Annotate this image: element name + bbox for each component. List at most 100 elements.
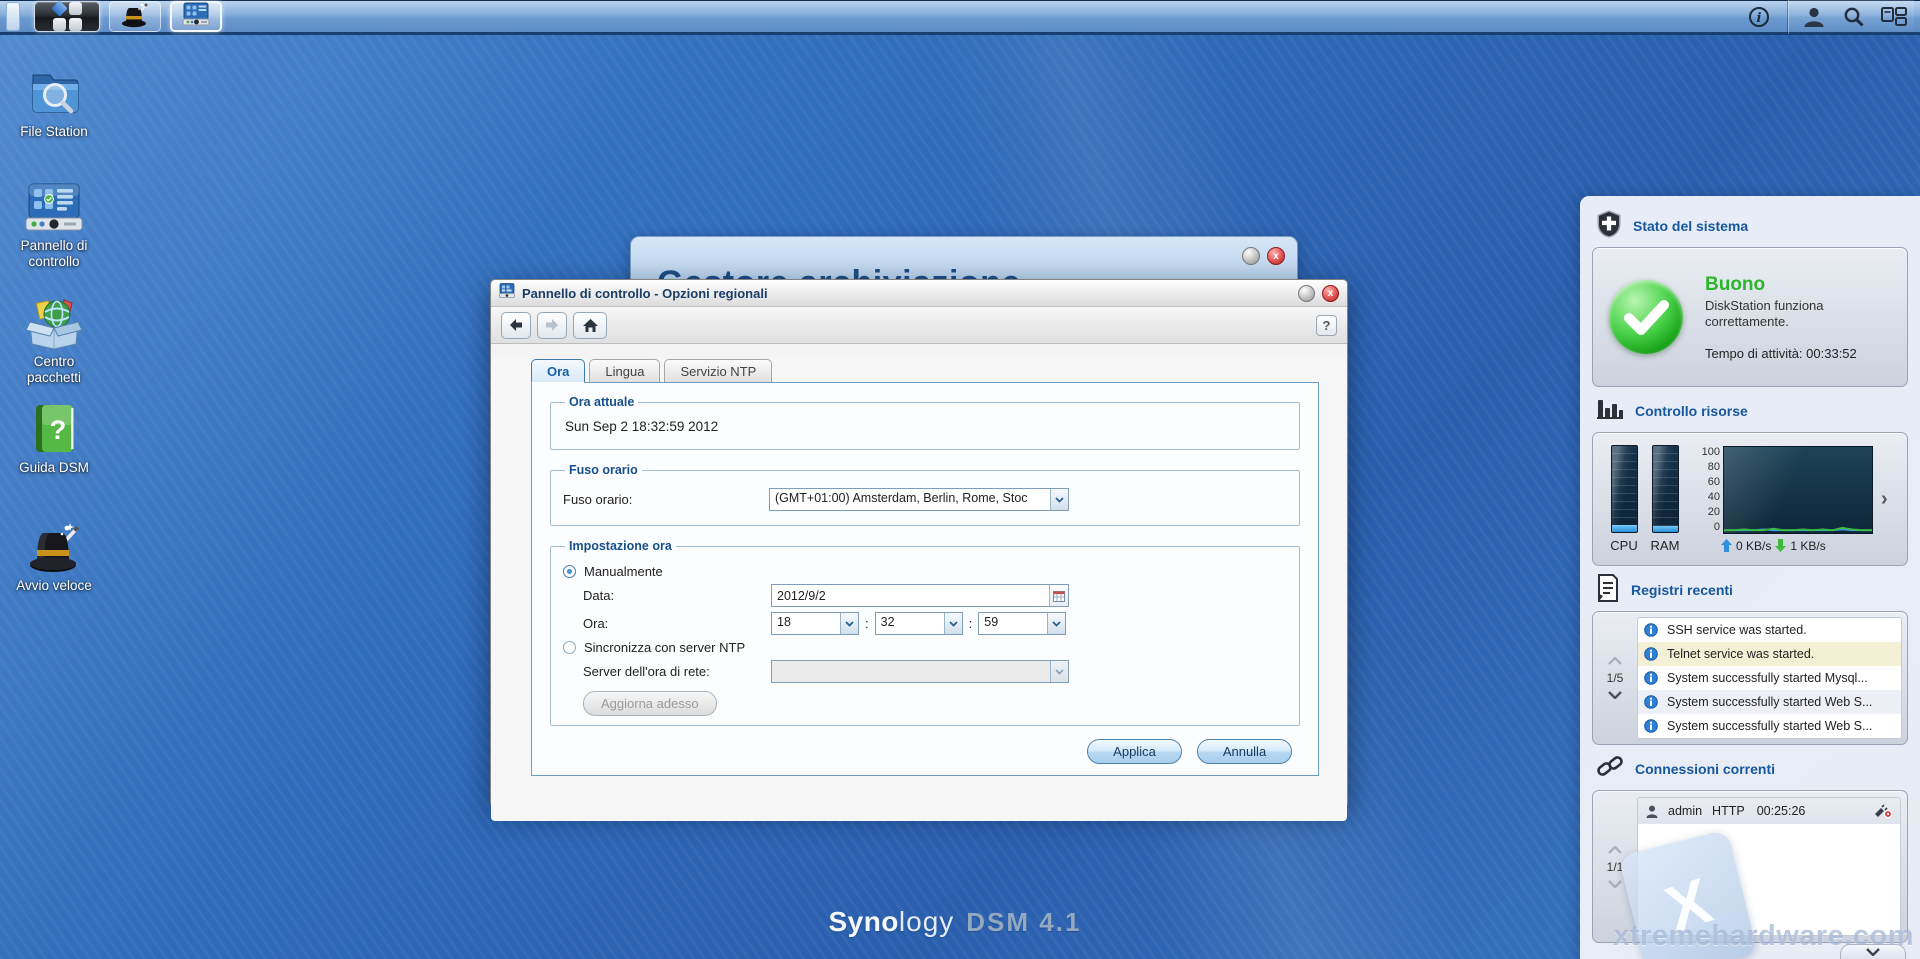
dialog-title: Pannello di controllo - Opzioni regional… <box>522 286 768 301</box>
magic-hat-icon <box>6 520 102 574</box>
document-icon <box>1596 574 1620 607</box>
search-button[interactable] <box>1834 0 1874 34</box>
network-chart-block: 100806040200 0 KB/s 1 KB/s <box>1695 446 1873 553</box>
bar-chart-icon <box>1596 396 1624 427</box>
chart-y-axis: 100806040200 <box>1695 446 1723 534</box>
panel-collapse-tab[interactable] <box>1840 944 1906 959</box>
chain-link-icon <box>1596 753 1624 786</box>
user-button[interactable] <box>1794 0 1834 34</box>
connection-time: 00:25:26 <box>1757 804 1806 818</box>
desktop-icon-label: Guida DSM <box>6 460 102 476</box>
close-button[interactable]: x <box>1322 285 1339 302</box>
connection-row[interactable]: admin HTTP 00:25:26 <box>1638 798 1900 824</box>
second-select[interactable]: 59 <box>978 612 1066 635</box>
log-row[interactable]: Telnet service was started. <box>1638 642 1901 666</box>
log-row[interactable]: SSH service was started. <box>1638 618 1901 642</box>
apply-button[interactable]: Applica <box>1087 739 1182 764</box>
cancel-button[interactable]: Annulla <box>1197 739 1292 764</box>
magic-hat-icon <box>120 1 150 33</box>
taskbar-item-quick-start[interactable] <box>109 1 161 32</box>
close-button[interactable]: x <box>1267 247 1285 265</box>
desktop-icon-control-panel[interactable]: Pannello di controllo <box>6 182 102 270</box>
cpu-gauge: CPU <box>1607 445 1641 553</box>
pilot-view-button[interactable] <box>1874 0 1914 34</box>
chevron-down-icon[interactable] <box>1047 613 1065 634</box>
fieldset-legend: Ora attuale <box>565 395 638 409</box>
timezone-select[interactable]: (GMT+01:00) Amsterdam, Berlin, Rome, Sto… <box>769 488 1069 511</box>
dialog-regional-options: Pannello di controllo - Opzioni regional… <box>490 279 1348 807</box>
tab-servizio-ntp[interactable]: Servizio NTP <box>664 359 772 382</box>
chevron-down-icon[interactable] <box>944 613 962 634</box>
minimize-button[interactable] <box>1242 247 1260 265</box>
status-value: Buono <box>1705 274 1875 296</box>
help-button[interactable]: ? <box>1316 315 1337 336</box>
synology-logo-bold: Syno <box>828 906 898 937</box>
widget-title: Stato del sistema <box>1633 218 1748 234</box>
status-ok-icon <box>1609 280 1683 354</box>
minute-value: 32 <box>876 613 944 634</box>
page-down-chevron[interactable] <box>1608 691 1622 699</box>
ram-label: RAM <box>1648 538 1682 553</box>
upload-value: 0 KB/s <box>1736 539 1771 553</box>
expand-resources-chevron[interactable]: › <box>1881 488 1888 511</box>
minute-select[interactable]: 32 <box>875 612 963 635</box>
disconnect-icon[interactable] <box>1873 804 1892 818</box>
minimize-button[interactable] <box>1298 285 1315 302</box>
network-chart <box>1723 446 1873 534</box>
svg-text:?: ? <box>50 415 67 445</box>
log-row[interactable]: System successfully started Web S... <box>1638 690 1901 714</box>
desktop-icon-file-station[interactable]: File Station <box>6 62 102 140</box>
current-time-value: Sun Sep 2 18:32:59 2012 <box>563 415 1287 440</box>
log-row[interactable]: System successfully started Web S... <box>1638 714 1901 738</box>
taskbar-icon-group <box>1787 0 1914 34</box>
page-up-chevron[interactable] <box>1608 657 1622 665</box>
back-button[interactable] <box>501 312 531 339</box>
connection-user: admin <box>1668 804 1702 818</box>
log-row[interactable]: System successfully started Mysql... <box>1638 666 1901 690</box>
ntp-server-select[interactable] <box>771 660 1069 683</box>
connections-header: Connessioni correnti <box>1596 753 1908 785</box>
main-menu-button[interactable] <box>34 1 100 32</box>
date-input-wrap <box>771 584 1069 607</box>
page-up-chevron[interactable] <box>1608 846 1622 854</box>
traffic-readout: 0 KB/s 1 KB/s <box>1721 539 1873 553</box>
desktop-icon-package-center[interactable]: Centro pacchetti <box>6 294 102 386</box>
widget-panel: Stato del sistema Buono DiskStation funz… <box>1580 196 1920 959</box>
log-text: System successfully started Mysql... <box>1667 671 1868 685</box>
fieldset-current-time: Ora attuale Sun Sep 2 18:32:59 2012 <box>550 395 1300 450</box>
info-icon <box>1644 719 1658 733</box>
update-now-button[interactable]: Aggiorna adesso <box>583 691 717 716</box>
dialog-titlebar[interactable]: Pannello di controllo - Opzioni regional… <box>491 280 1347 307</box>
chevron-down-icon <box>1866 948 1880 956</box>
logs-page-indicator: 1/5 <box>1607 671 1624 685</box>
radio-ntp-sync[interactable] <box>563 641 576 654</box>
widget-title: Connessioni correnti <box>1635 761 1775 777</box>
chevron-down-icon[interactable] <box>1050 489 1068 510</box>
chevron-down-icon[interactable] <box>840 613 858 634</box>
file-station-icon <box>6 62 102 120</box>
info-button[interactable]: i <box>1739 0 1779 34</box>
radio-ntp-label[interactable]: Sincronizza con server NTP <box>584 640 745 655</box>
synology-logo-light: logy <box>899 906 954 937</box>
home-button[interactable] <box>573 312 607 339</box>
date-input[interactable] <box>772 585 1049 606</box>
info-icon <box>1644 671 1658 685</box>
hour-select[interactable]: 18 <box>771 612 859 635</box>
resource-monitor-card: CPU RAM 100806040200 0 KB/s 1 KB/s › <box>1592 432 1908 566</box>
desktop-icon-dsm-help[interactable]: ? Guida DSM <box>6 402 102 476</box>
desktop-icon-quick-start[interactable]: Avvio veloce <box>6 520 102 594</box>
widget-title: Registri recenti <box>1631 582 1733 598</box>
calendar-icon[interactable] <box>1049 585 1068 606</box>
desktop-icon-label: Avvio veloce <box>6 578 102 594</box>
tab-ora[interactable]: Ora <box>531 359 585 383</box>
radio-manual[interactable] <box>563 565 576 578</box>
connection-protocol: HTTP <box>1712 804 1745 818</box>
page-down-chevron[interactable] <box>1608 880 1622 888</box>
taskbar-item-control-panel[interactable] <box>170 1 222 32</box>
log-list: SSH service was started. Telnet service … <box>1637 617 1902 739</box>
radio-manual-label[interactable]: Manualmente <box>584 564 663 579</box>
show-desktop-button[interactable] <box>6 2 20 31</box>
forward-button[interactable] <box>537 312 567 339</box>
tab-lingua[interactable]: Lingua <box>589 359 660 382</box>
recent-logs-card: 1/5 SSH service was started. Telnet serv… <box>1592 611 1908 745</box>
